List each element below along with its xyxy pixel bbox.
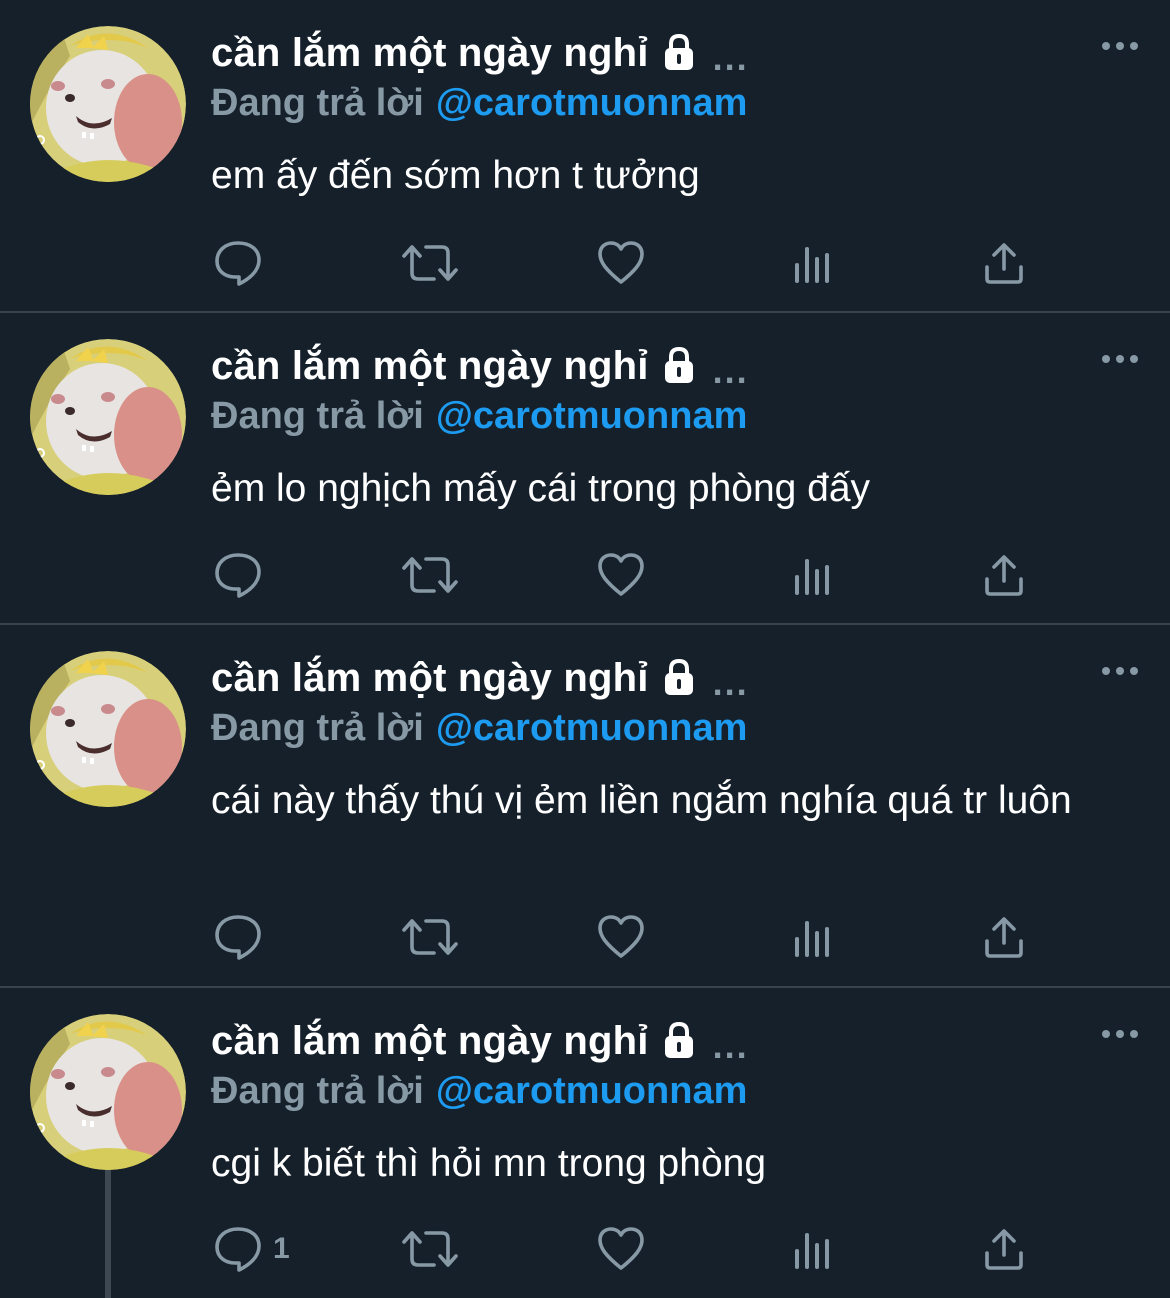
- reply-handle-link[interactable]: @carotmuonnam: [436, 707, 748, 749]
- heart-button[interactable]: [596, 1224, 646, 1274]
- share-button[interactable]: [982, 550, 1026, 600]
- retweet-button[interactable]: [400, 550, 460, 600]
- more-icon[interactable]: [1098, 345, 1142, 373]
- reply-icon: [213, 551, 263, 599]
- reply-count: 1: [273, 1232, 290, 1265]
- tweet-text: ẻm lo nghịch mấy cái trong phòng đấy: [211, 467, 871, 510]
- reply-handle-link[interactable]: @carotmuonnam: [436, 1070, 748, 1112]
- reply-prefix: Đang trả lời: [211, 82, 424, 124]
- tweet-text: cái này thấy thú vị ẻm liền ngắm nghía q…: [211, 779, 1072, 822]
- tweet-header: cần lắm một ngày nghỉ ...: [211, 655, 749, 703]
- more-icon[interactable]: [1098, 1020, 1142, 1048]
- heart-button[interactable]: [596, 550, 646, 600]
- display-name[interactable]: cần lắm một ngày nghỉ: [211, 656, 649, 701]
- reply-prefix: Đang trả lời: [211, 707, 424, 749]
- share-icon: [982, 553, 1026, 597]
- lock-icon: [659, 32, 699, 77]
- share-button[interactable]: [982, 1224, 1026, 1274]
- retweet-icon: [400, 1227, 460, 1271]
- views-button[interactable]: [792, 1224, 834, 1274]
- heart-icon: [596, 552, 646, 598]
- reply-icon: [213, 913, 263, 961]
- views-icon: [792, 555, 834, 595]
- tweet[interactable]: cần lắm một ngày nghỉ ... Đang trả lời @c…: [0, 988, 1170, 1298]
- retweet-icon: [400, 553, 460, 597]
- heart-icon: [596, 1226, 646, 1272]
- name-truncation: ...: [712, 36, 749, 78]
- tweet[interactable]: cần lắm một ngày nghỉ ... Đang trả lời @c…: [0, 625, 1170, 988]
- retweet-icon: [400, 241, 460, 285]
- views-icon: [792, 243, 834, 283]
- reply-button[interactable]: [213, 238, 273, 288]
- tweet-thread: cần lắm một ngày nghỉ ... Đang trả lời @c…: [0, 0, 1170, 1298]
- retweet-button[interactable]: [400, 1224, 460, 1274]
- reply-context: Đang trả lời @carotmuonnam: [211, 1070, 747, 1113]
- reply-icon: [213, 239, 263, 287]
- tweet-header: cần lắm một ngày nghỉ ...: [211, 343, 749, 391]
- share-icon: [982, 1227, 1026, 1271]
- more-icon[interactable]: [1098, 32, 1142, 60]
- lock-icon: [659, 1020, 699, 1065]
- display-name[interactable]: cần lắm một ngày nghỉ: [211, 1019, 649, 1064]
- views-button[interactable]: [792, 912, 834, 962]
- reply-context: Đang trả lời @carotmuonnam: [211, 707, 747, 750]
- name-truncation: ...: [712, 661, 749, 703]
- lock-icon: [659, 657, 699, 702]
- avatar[interactable]: [30, 651, 186, 807]
- reply-button[interactable]: 1: [213, 1224, 290, 1274]
- reply-button[interactable]: [213, 550, 273, 600]
- action-bar: [0, 550, 1170, 600]
- avatar[interactable]: [30, 26, 186, 182]
- share-button[interactable]: [982, 912, 1026, 962]
- action-bar: [0, 238, 1170, 288]
- share-button[interactable]: [982, 238, 1026, 288]
- retweet-button[interactable]: [400, 238, 460, 288]
- more-icon[interactable]: [1098, 657, 1142, 685]
- reply-handle-link[interactable]: @carotmuonnam: [436, 395, 748, 437]
- views-icon: [792, 917, 834, 957]
- share-icon: [982, 915, 1026, 959]
- reply-prefix: Đang trả lời: [211, 1070, 424, 1112]
- action-bar: [0, 912, 1170, 962]
- name-truncation: ...: [712, 1024, 749, 1066]
- retweet-button[interactable]: [400, 912, 460, 962]
- heart-button[interactable]: [596, 238, 646, 288]
- reply-context: Đang trả lời @carotmuonnam: [211, 395, 747, 438]
- avatar[interactable]: [30, 1014, 186, 1170]
- tweet[interactable]: cần lắm một ngày nghỉ ... Đang trả lời @c…: [0, 0, 1170, 313]
- reply-icon: [213, 1225, 263, 1273]
- reply-context: Đang trả lời @carotmuonnam: [211, 82, 747, 125]
- lock-icon: [659, 345, 699, 390]
- views-icon: [792, 1229, 834, 1269]
- display-name[interactable]: cần lắm một ngày nghỉ: [211, 31, 649, 76]
- heart-icon: [596, 914, 646, 960]
- reply-handle-link[interactable]: @carotmuonnam: [436, 82, 748, 124]
- views-button[interactable]: [792, 238, 834, 288]
- retweet-icon: [400, 915, 460, 959]
- tweet-header: cần lắm một ngày nghỉ ...: [211, 30, 749, 78]
- tweet-header: cần lắm một ngày nghỉ ...: [211, 1018, 749, 1066]
- reply-button[interactable]: [213, 912, 273, 962]
- reply-prefix: Đang trả lời: [211, 395, 424, 437]
- heart-button[interactable]: [596, 912, 646, 962]
- tweet-text: em ấy đến sớm hơn t tưởng: [211, 154, 700, 197]
- views-button[interactable]: [792, 550, 834, 600]
- tweet-text: cgi k biết thì hỏi mn trong phòng: [211, 1142, 767, 1185]
- avatar[interactable]: [30, 339, 186, 495]
- heart-icon: [596, 240, 646, 286]
- action-bar: 1: [0, 1224, 1170, 1274]
- name-truncation: ...: [712, 349, 749, 391]
- tweet[interactable]: cần lắm một ngày nghỉ ... Đang trả lời @c…: [0, 313, 1170, 625]
- display-name[interactable]: cần lắm một ngày nghỉ: [211, 344, 649, 389]
- share-icon: [982, 241, 1026, 285]
